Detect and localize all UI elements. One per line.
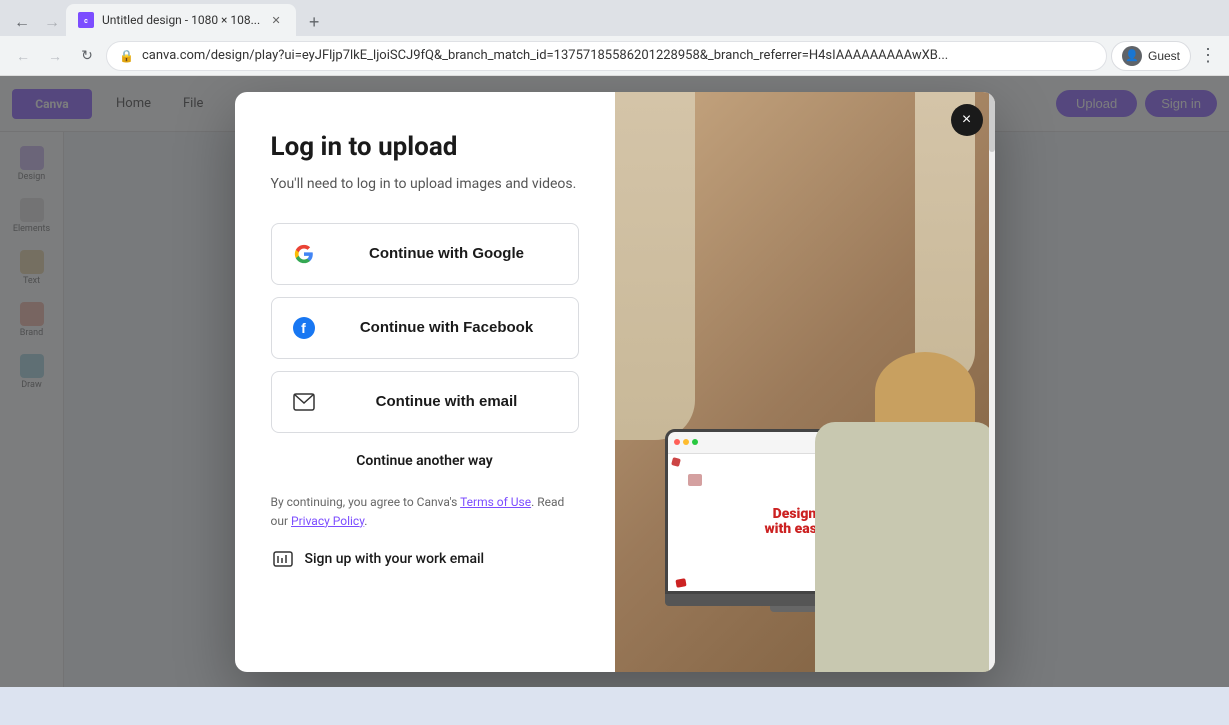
address-url: canva.com/design/play?ui=eyJFljp7lkE_ljo… bbox=[142, 48, 1094, 63]
modal-right-panel: Designwith ease bbox=[615, 92, 995, 672]
tab-bar: ← → c Untitled design - 1080 × 108... ✕ … bbox=[0, 0, 1229, 36]
modal-scrollbar[interactable] bbox=[989, 92, 995, 672]
google-icon bbox=[288, 238, 320, 270]
modal-subtitle: You'll need to log in to upload images a… bbox=[271, 174, 579, 195]
google-btn-label: Continue with Google bbox=[332, 245, 562, 262]
scrollbar-thumb bbox=[989, 92, 995, 152]
facebook-icon: f bbox=[288, 312, 320, 344]
modal-title: Log in to upload bbox=[271, 132, 579, 162]
lock-icon: 🔒 bbox=[119, 49, 134, 63]
google-auth-btn[interactable]: Continue with Google bbox=[271, 223, 579, 285]
tab-favicon: c bbox=[78, 12, 94, 28]
facebook-auth-btn[interactable]: f Continue with Facebook bbox=[271, 297, 579, 359]
guest-profile-btn[interactable]: 👤 Guest bbox=[1111, 41, 1191, 71]
modal-left-panel: Log in to upload You'll need to log in t… bbox=[235, 92, 615, 672]
toolbar-nav: ← → ↻ bbox=[8, 41, 102, 71]
back-btn[interactable]: ← bbox=[8, 8, 36, 36]
email-btn-label: Continue with email bbox=[332, 393, 562, 410]
back-nav-btn[interactable]: ← bbox=[8, 41, 38, 71]
browser-chrome: ← → c Untitled design - 1080 × 108... ✕ … bbox=[0, 0, 1229, 76]
work-email-icon bbox=[271, 547, 295, 571]
browser-toolbar: ← → ↻ 🔒 canva.com/design/play?ui=eyJFljp… bbox=[0, 36, 1229, 76]
person-illustration: Designwith ease bbox=[615, 92, 995, 672]
tab-title: Untitled design - 1080 × 108... bbox=[102, 13, 260, 27]
guest-avatar: 👤 bbox=[1122, 46, 1142, 66]
page-content: Canva Home File Upload Sign in Design El… bbox=[0, 76, 1229, 687]
work-email-row[interactable]: Sign up with your work email bbox=[271, 547, 579, 571]
login-modal: Log in to upload You'll need to log in t… bbox=[235, 92, 995, 672]
curtain-left bbox=[615, 92, 695, 440]
legal-text: By continuing, you agree to Canva's Term… bbox=[271, 493, 579, 531]
another-way-btn[interactable]: Continue another way bbox=[271, 445, 579, 477]
reload-btn[interactable]: ↻ bbox=[72, 41, 102, 71]
privacy-link[interactable]: Privacy Policy bbox=[291, 514, 364, 528]
new-tab-btn[interactable]: + bbox=[300, 8, 328, 36]
legal-suffix: . bbox=[364, 514, 367, 528]
svg-text:c: c bbox=[84, 17, 88, 25]
legal-prefix: By continuing, you agree to Canva's bbox=[271, 495, 461, 509]
work-email-label: Sign up with your work email bbox=[305, 551, 485, 567]
modal-overlay[interactable]: Log in to upload You'll need to log in t… bbox=[0, 76, 1229, 687]
email-auth-btn[interactable]: Continue with email bbox=[271, 371, 579, 433]
facebook-btn-label: Continue with Facebook bbox=[332, 319, 562, 336]
browser-tab[interactable]: c Untitled design - 1080 × 108... ✕ bbox=[66, 4, 296, 36]
terms-link[interactable]: Terms of Use bbox=[460, 495, 531, 509]
email-icon bbox=[288, 386, 320, 418]
address-bar[interactable]: 🔒 canva.com/design/play?ui=eyJFljp7lkE_l… bbox=[106, 41, 1107, 71]
modal-close-btn[interactable]: × bbox=[951, 104, 983, 136]
tab-close-btn[interactable]: ✕ bbox=[268, 12, 284, 28]
forward-nav-btn[interactable]: → bbox=[40, 41, 70, 71]
guest-label: Guest bbox=[1148, 49, 1180, 63]
forward-btn[interactable]: → bbox=[38, 8, 66, 36]
toolbar-right: 👤 Guest ⋮ bbox=[1111, 41, 1221, 71]
browser-menu-btn[interactable]: ⋮ bbox=[1195, 41, 1221, 70]
